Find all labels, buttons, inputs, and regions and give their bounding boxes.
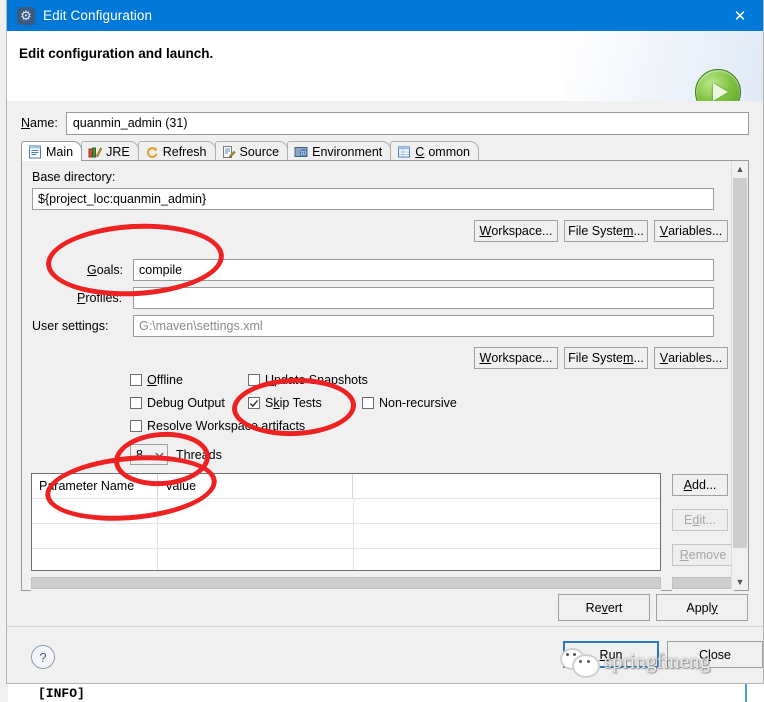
file-system-button-bottom[interactable]: File Syste m... xyxy=(564,347,648,369)
parameter-table[interactable]: Parameter Name Value xyxy=(31,473,661,571)
checkbox-update-snapshots[interactable]: Update Snapshots xyxy=(248,373,368,387)
tab-environment[interactable]: Environment xyxy=(287,141,392,161)
file-system-button-top[interactable]: File Syste m... xyxy=(564,220,648,242)
checkbox-box xyxy=(130,397,142,409)
checkbox-label: Resolve Workspace artifacts xyxy=(147,419,306,433)
name-label: Name: xyxy=(21,116,58,130)
dialog-title: Edit Configuration xyxy=(43,8,153,23)
tab-label: JRE xyxy=(106,144,130,159)
chevron-down-icon xyxy=(155,452,164,457)
table-row[interactable] xyxy=(32,523,660,548)
column-header-parameter-name[interactable]: Parameter Name xyxy=(32,474,157,498)
dialog-header: Edit configuration and launch. xyxy=(7,31,763,115)
tab-strip: Main JRE Refresh Source Environment C om… xyxy=(21,141,749,161)
threads-label: Threads xyxy=(176,448,222,462)
edit-button: Ed it... xyxy=(672,509,728,531)
threads-value: 8 xyxy=(136,447,143,462)
remove-button: Remove xyxy=(672,544,734,566)
tab-label: Environment xyxy=(312,144,383,159)
name-input[interactable]: quanmin_admin (31) xyxy=(65,111,749,135)
checkbox-box xyxy=(248,374,260,386)
checkbox-label: Non-recursive xyxy=(379,396,457,410)
tab-jre[interactable]: JRE xyxy=(81,141,139,161)
add-button[interactable]: Add... xyxy=(672,474,728,496)
checkbox-offline[interactable]: Offline xyxy=(130,373,183,387)
user-settings-input[interactable]: G:\maven\settings.xml xyxy=(133,315,714,337)
gear-icon: ⚙ xyxy=(17,6,35,25)
refresh-icon xyxy=(146,146,158,158)
workspace-button-bottom[interactable]: Workspace... xyxy=(474,347,558,369)
checkbox-box xyxy=(248,397,260,409)
tab-label: Source xyxy=(239,144,280,159)
base-directory-label: Base directory: xyxy=(32,170,116,184)
checkbox-box xyxy=(130,420,142,432)
profiles-label: Profiles: xyxy=(77,291,123,305)
variables-button-bottom[interactable]: Variables... xyxy=(654,347,728,369)
revert-button[interactable]: Re v ert xyxy=(558,594,650,621)
goals-input[interactable]: compile xyxy=(133,259,714,281)
tab-label: Refresh xyxy=(162,144,207,159)
check-icon xyxy=(249,399,259,407)
table-header-row: Parameter Name Value xyxy=(32,474,660,498)
run-button[interactable]: Run xyxy=(563,641,659,668)
dialog-titlebar[interactable]: ⚙ Edit Configuration ✕ xyxy=(7,0,763,31)
checkbox-label: Debug Output xyxy=(147,396,225,410)
tab-content-main: Base directory: ${project_loc:quanmin_ad… xyxy=(21,160,749,591)
variables-button-top[interactable]: Variables... xyxy=(654,220,728,242)
horizontal-scrollbar-thumb[interactable] xyxy=(672,577,734,589)
source-icon xyxy=(222,145,236,158)
apply-button[interactable]: Appl y xyxy=(656,594,748,621)
footer-separator xyxy=(7,626,763,627)
tab-refresh[interactable]: Refresh xyxy=(137,141,216,161)
tab-label-mnemonic: C xyxy=(415,144,425,159)
table-row[interactable] xyxy=(32,498,660,523)
column-header-value[interactable]: Value xyxy=(157,474,352,498)
checkbox-non-recursive[interactable]: Non-recursive xyxy=(362,396,457,410)
document-icon xyxy=(29,145,41,158)
close-button[interactable]: Cl ose xyxy=(667,641,763,668)
checkbox-label: Update Snapshots xyxy=(265,373,368,387)
user-settings-label: User settings: xyxy=(32,319,109,333)
help-icon[interactable]: ? xyxy=(31,645,55,669)
tab-main[interactable]: Main xyxy=(21,141,83,161)
vertical-scrollbar[interactable]: ▲ ▼ xyxy=(731,161,748,590)
column-header-spacer xyxy=(352,474,660,498)
tab-label: ommon xyxy=(428,144,471,159)
checkbox-debug-output[interactable]: Debug Output xyxy=(130,396,225,410)
scroll-up-icon[interactable]: ▲ xyxy=(736,161,745,177)
horizontal-scrollbar-thumb[interactable] xyxy=(31,577,661,589)
profiles-input[interactable] xyxy=(133,287,714,309)
environment-icon xyxy=(294,146,308,157)
background-console-info-text: [INFO] xyxy=(38,686,85,701)
dialog-body: Name: quanmin_admin (31) Main JRE Refres… xyxy=(7,101,763,683)
edit-configuration-dialog: ⚙ Edit Configuration ✕ Edit configuratio… xyxy=(6,0,764,684)
tab-source[interactable]: Source xyxy=(214,141,289,161)
horizontal-scrollbar-secondary[interactable] xyxy=(672,577,734,591)
play-triangle xyxy=(713,83,728,101)
checkbox-label: Offline xyxy=(147,373,183,387)
workspace-button-top[interactable]: Workspace... xyxy=(474,220,558,242)
horizontal-scrollbar[interactable] xyxy=(31,577,661,591)
checkbox-skip-tests[interactable]: Skip Tests xyxy=(248,396,322,410)
books-icon xyxy=(88,146,103,157)
checkbox-label: Skip Tests xyxy=(265,396,322,410)
goals-label: Goals: xyxy=(87,263,124,277)
checkbox-box xyxy=(130,374,142,386)
tab-label: Main xyxy=(46,144,74,159)
threads-dropdown[interactable]: 8 xyxy=(130,444,168,465)
base-directory-input[interactable]: ${project_loc:quanmin_admin} xyxy=(32,188,714,210)
table-row[interactable] xyxy=(32,548,660,570)
page-title: Edit configuration and launch. xyxy=(19,46,214,61)
checkbox-box xyxy=(362,397,374,409)
table-icon xyxy=(398,146,411,157)
name-row: Name: quanmin_admin (31) xyxy=(21,111,749,135)
tab-folder: Main JRE Refresh Source Environment C om… xyxy=(21,141,749,591)
scroll-down-icon[interactable]: ▼ xyxy=(736,574,745,590)
checkbox-resolve-workspace-artifacts[interactable]: Resolve Workspace artifacts xyxy=(130,419,305,433)
close-icon[interactable]: ✕ xyxy=(717,0,763,31)
tab-common[interactable]: Common xyxy=(390,141,480,161)
vertical-scrollbar-thumb[interactable] xyxy=(733,178,747,548)
